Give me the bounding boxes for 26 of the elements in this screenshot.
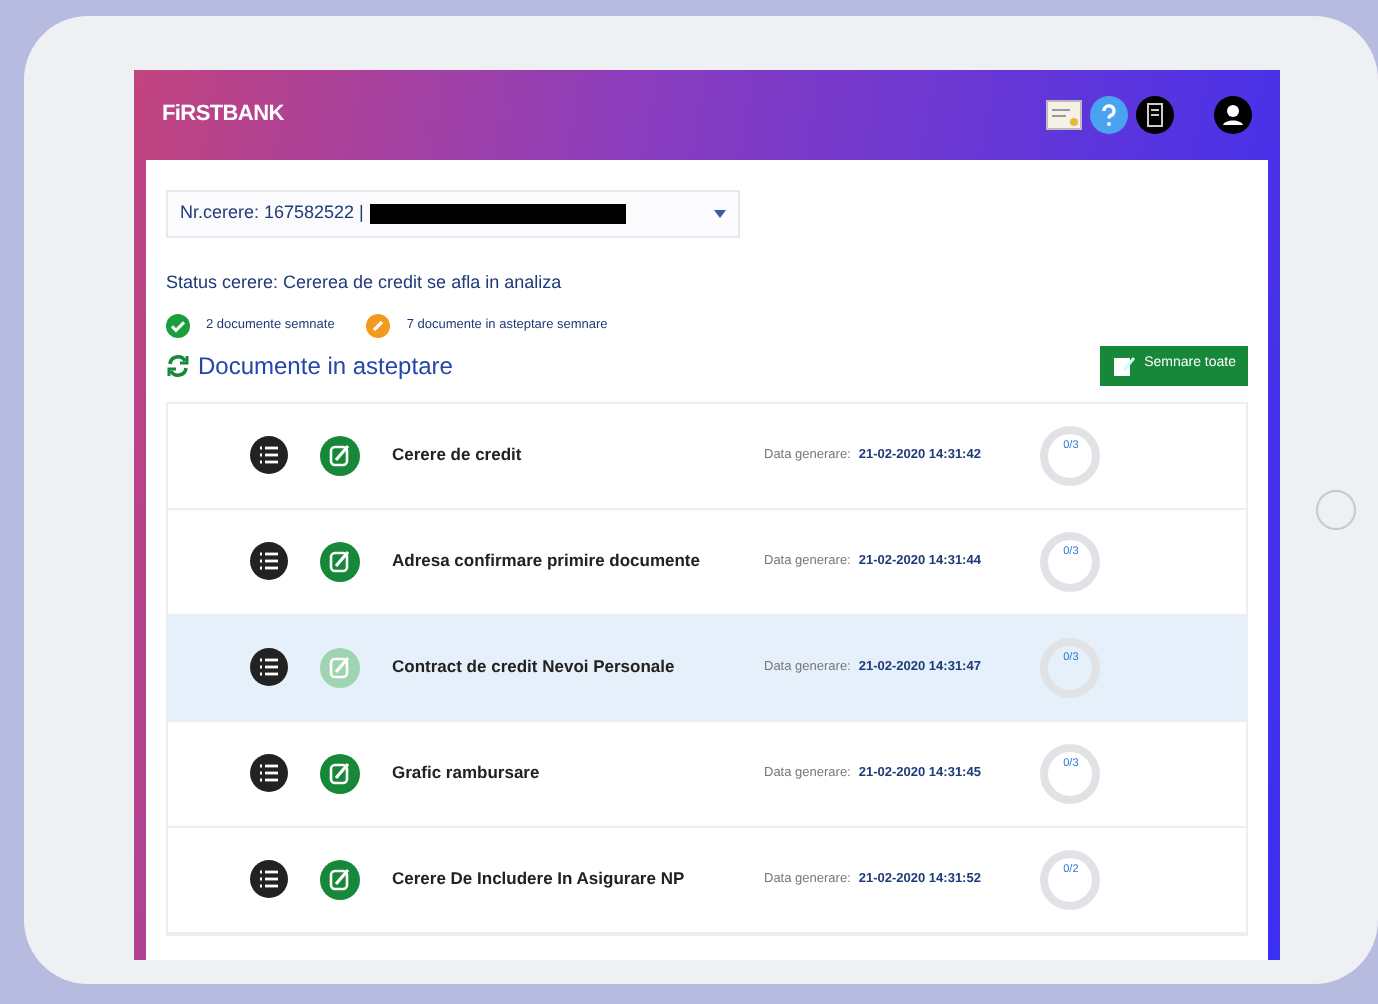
request-dropdown[interactable]: Nr.cerere: 167582522 | [166, 190, 740, 238]
document-icon[interactable] [1136, 96, 1174, 134]
help-icon[interactable] [1090, 96, 1128, 134]
edit-icon[interactable] [320, 753, 360, 793]
document-title: Cerere De Includere In Asigurare NP [392, 866, 687, 892]
edit-icon[interactable] [320, 435, 360, 475]
list-icon[interactable] [250, 648, 288, 686]
caret-icon [714, 210, 726, 218]
sign-icon [1112, 353, 1137, 377]
list-icon[interactable] [250, 754, 288, 792]
section-heading: Documente in asteptare [198, 349, 453, 383]
list-icon[interactable] [250, 542, 288, 580]
document-title: Adresa confirmare primire documente [392, 548, 702, 574]
user-avatar-icon[interactable] [1214, 96, 1252, 134]
refresh-icon [166, 353, 190, 377]
list-icon[interactable] [250, 436, 288, 474]
document-title: Grafic rambursare [392, 760, 542, 786]
pencil-icon [366, 313, 391, 337]
edit-icon[interactable] [320, 859, 360, 899]
edit-icon[interactable] [320, 541, 360, 581]
document-title: Cerere de credit [392, 442, 524, 468]
check-icon [166, 313, 190, 337]
list-icon[interactable] [250, 860, 288, 898]
document-title: Contract de credit Nevoi Personale [392, 654, 677, 680]
status-text: Status cerere: Cererea de credit se afla in analiza [166, 270, 564, 296]
bank-logo: FiRSTBANK [162, 100, 284, 131]
